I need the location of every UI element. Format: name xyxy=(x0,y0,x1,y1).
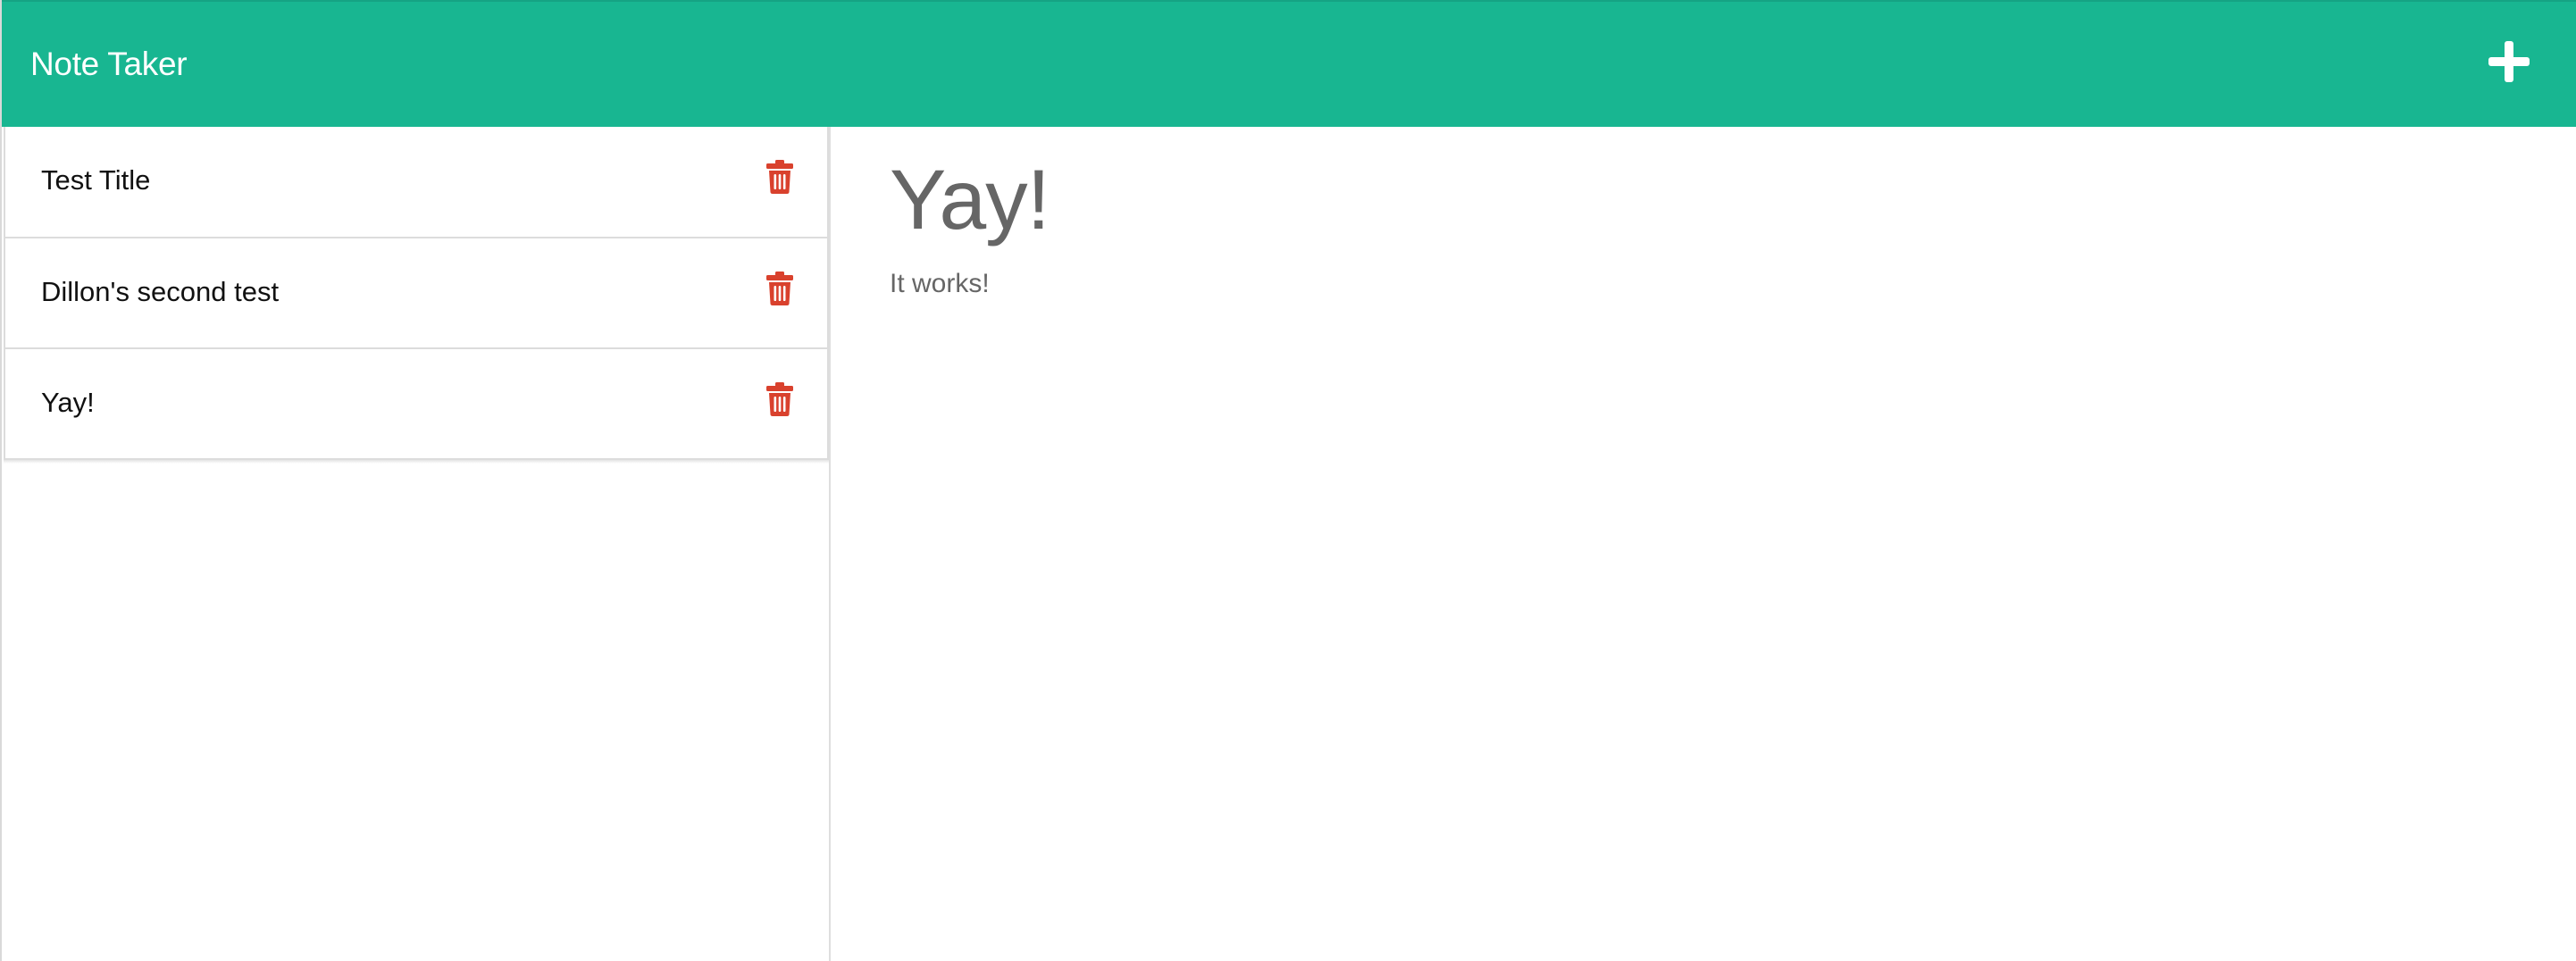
app-window: Note Taker Test Title Dillon's second te… xyxy=(0,0,2576,961)
app-title[interactable]: Note Taker xyxy=(30,45,188,84)
note-list: Test Title Dillon's second test Yay! xyxy=(2,127,829,460)
note-item-title: Yay! xyxy=(41,387,95,418)
delete-note-button[interactable] xyxy=(766,159,793,195)
plus-icon xyxy=(2488,41,2530,82)
note-title-field[interactable]: Yay! xyxy=(890,146,1050,254)
notes-sidebar: Test Title Dillon's second test Yay! xyxy=(2,127,831,961)
new-note-button[interactable] xyxy=(2487,39,2531,84)
list-item[interactable]: Dillon's second test xyxy=(4,238,829,349)
note-text-field[interactable]: It works! xyxy=(890,266,990,302)
list-divider xyxy=(4,460,829,464)
navbar: Note Taker xyxy=(2,0,2576,127)
list-item[interactable]: Test Title xyxy=(4,127,829,238)
note-item-title: Test Title xyxy=(41,164,151,196)
delete-note-button[interactable] xyxy=(766,381,793,417)
trash-icon xyxy=(766,160,793,194)
note-item-title: Dillon's second test xyxy=(41,276,280,307)
list-item[interactable]: Yay! xyxy=(4,349,829,460)
trash-icon xyxy=(766,272,793,305)
note-editor: Yay! It works! xyxy=(831,127,2576,961)
delete-note-button[interactable] xyxy=(766,271,793,306)
trash-icon xyxy=(766,382,793,416)
